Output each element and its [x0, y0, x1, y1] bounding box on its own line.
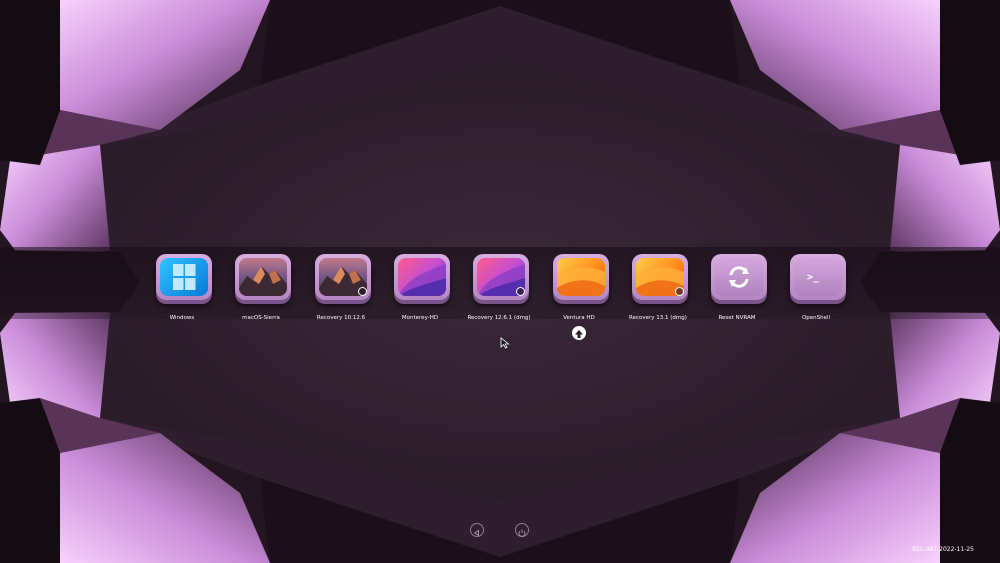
reset-nvram-icon	[715, 258, 763, 296]
recovery-badge-icon	[516, 287, 525, 296]
shutdown-button[interactable]	[515, 523, 529, 537]
recovery-badge-icon	[358, 287, 367, 296]
ventura-icon	[557, 258, 605, 296]
boot-entry-macos-sierra[interactable]: macOS-Sierra	[211, 251, 291, 331]
boot-entry-tile	[394, 254, 450, 300]
svg-text:>_: >_	[807, 272, 820, 283]
boot-entry-tile	[156, 254, 212, 300]
monterey-icon	[398, 258, 446, 296]
recovery-badge-icon	[675, 287, 684, 296]
boot-entry-tile	[235, 254, 291, 300]
boot-entry-windows[interactable]: Windows	[132, 251, 212, 331]
boot-entry-recovery-10-12-6[interactable]: Recovery 10.12.6	[291, 251, 371, 331]
selection-arrow-icon[interactable]	[572, 326, 586, 340]
boot-entry-reset-nvram[interactable]: Reset NVRAM	[687, 251, 767, 331]
boot-entry-list: Windows macOS-Sierra Recovery 10.12.6 Monte…	[0, 0, 1000, 563]
boot-entry-label: OpenShell	[801, 315, 831, 321]
windows-logo-icon	[160, 258, 208, 296]
boot-entry-openshell[interactable]: >_ OpenShell	[766, 251, 846, 331]
boot-entry-recovery-12-6-1-dmg[interactable]: Recovery 12.6.1 (dmg)	[449, 251, 531, 331]
terminal-icon: >_	[794, 258, 842, 296]
restart-icon	[473, 529, 479, 537]
shutdown-icon	[518, 529, 526, 537]
boot-entry-ventura-hd[interactable]: Ventura HD	[529, 251, 609, 331]
boot-entry-monterey-hd[interactable]: Monterey-HD	[370, 251, 450, 331]
version-label: REL-087-2022-11-25	[912, 546, 974, 553]
boot-entry-tile	[473, 254, 529, 300]
boot-entry-tile	[315, 254, 371, 300]
macos-sierra-icon	[239, 258, 287, 296]
boot-entry-recovery-13-1-dmg[interactable]: Recovery 13.1 (dmg)	[608, 251, 688, 331]
mouse-pointer-icon	[500, 337, 510, 349]
boot-entry-tile: >_	[790, 254, 846, 300]
boot-entry-tile	[553, 254, 609, 300]
boot-entry-tile	[632, 254, 688, 300]
restart-button[interactable]	[470, 523, 484, 537]
boot-entry-tile	[711, 254, 767, 300]
